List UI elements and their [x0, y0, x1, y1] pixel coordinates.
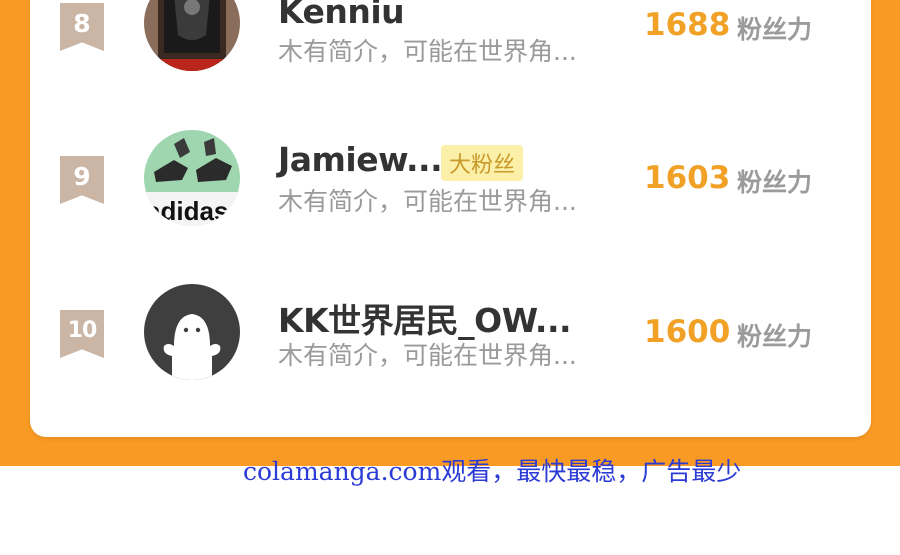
site-watermark-link[interactable]: colamanga.com观看，最快最稳，广告最少 [243, 452, 741, 488]
username[interactable]: Kenniu [278, 0, 405, 31]
username[interactable]: KK世界居民_OW... [278, 294, 572, 342]
rank-badge-8: 8 [60, 3, 104, 51]
svg-text:adidas: adidas [146, 196, 228, 226]
big-fan-badge: 大粉丝 [441, 145, 524, 181]
username[interactable]: Jamiew... [278, 140, 443, 179]
rank-badge-9: 9 [60, 156, 104, 204]
rank-badge-10: 10 [60, 310, 104, 358]
fan-score: 1603 [644, 160, 731, 196]
ranking-row-8[interactable]: 8 Kenniu 木有简介，可能在世界角... 1688 粉丝力 [0, 0, 900, 82]
fan-score: 1600 [644, 314, 731, 350]
ranking-row-10[interactable]: 10 KK世界居民_OW... 木有简介，可能在世界角... 1600 粉丝力 [0, 280, 900, 390]
rank-number: 9 [73, 162, 91, 191]
ranking-row-9[interactable]: 9 adidas Jamiew... 大粉丝 木有简介，可能在世界角... 16… [0, 126, 900, 236]
user-bio: 木有简介，可能在世界角... [278, 37, 577, 66]
rank-number: 8 [73, 9, 91, 38]
default-user-avatar-icon[interactable] [144, 284, 240, 380]
framed-picture-avatar-icon[interactable] [144, 0, 240, 71]
fan-score-unit: 粉丝力 [737, 15, 813, 44]
rank-number: 10 [67, 318, 98, 343]
fan-score: 1688 [644, 7, 731, 43]
user-bio: 木有简介，可能在世界角... [278, 341, 577, 370]
user-bio: 木有简介，可能在世界角... [278, 187, 577, 216]
fan-score-unit: 粉丝力 [737, 168, 813, 197]
sneakers-adidas-avatar-icon[interactable]: adidas [144, 130, 240, 226]
fan-score-unit: 粉丝力 [737, 322, 813, 351]
